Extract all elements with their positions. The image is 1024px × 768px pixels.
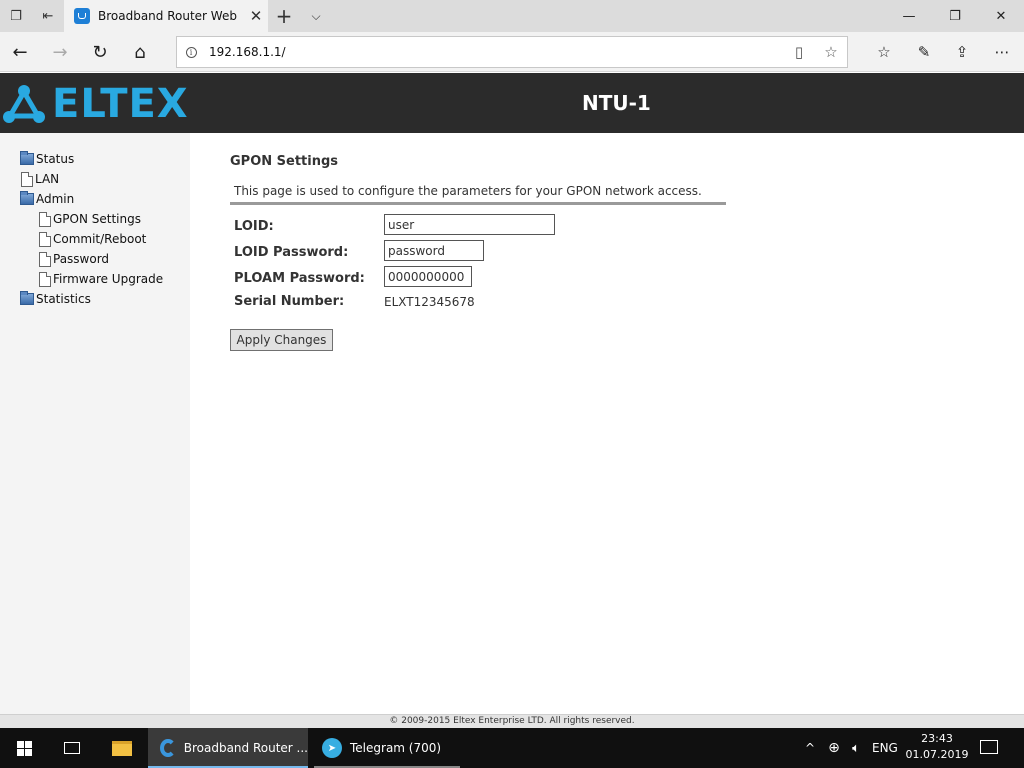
- nav-item-password[interactable]: Password: [39, 250, 109, 268]
- share-icon[interactable]: ⇪: [946, 36, 978, 68]
- loid-label: LOID:: [234, 219, 274, 234]
- folder-icon: [20, 191, 34, 205]
- volume-icon[interactable]: 🔈︎: [846, 728, 866, 768]
- start-button[interactable]: [0, 728, 48, 768]
- task-view-icon: [64, 742, 80, 754]
- nav-item-lan[interactable]: LAN: [21, 170, 59, 188]
- eltex-logo: ELTEX: [2, 81, 189, 127]
- eltex-logo-icon: [3, 85, 45, 123]
- refresh-icon[interactable]: ↻: [84, 36, 116, 68]
- router-favicon-icon: [74, 8, 90, 24]
- address-url[interactable]: 192.168.1.1/: [205, 45, 783, 59]
- main-content: GPON Settings This page is used to confi…: [190, 133, 1024, 714]
- loid-password-label: LOID Password:: [234, 245, 349, 260]
- apply-changes-button[interactable]: Apply Changes: [230, 329, 333, 351]
- set-aside-tabs-icon[interactable]: ⇤: [32, 0, 64, 32]
- browser-nav-bar: ← → ↻ ⌂ i 192.168.1.1/ ▯ ☆ ☆ ✎ ⇪ ⋯: [0, 32, 1024, 72]
- nav-item-admin[interactable]: Admin: [20, 190, 74, 208]
- new-tab-icon[interactable]: +: [268, 0, 300, 32]
- forward-arrow-icon[interactable]: →: [44, 36, 76, 68]
- telegram-icon: ➤: [322, 738, 342, 758]
- site-info-icon[interactable]: i: [177, 37, 205, 67]
- nav-item-statistics[interactable]: Statistics: [20, 290, 91, 308]
- document-icon: [39, 231, 51, 247]
- address-bar[interactable]: i 192.168.1.1/ ▯ ☆: [176, 36, 848, 68]
- nav-item-firmware-upgrade[interactable]: Firmware Upgrade: [39, 270, 163, 288]
- close-window-button[interactable]: ✕: [978, 0, 1024, 32]
- page-footer: © 2009-2015 Eltex Enterprise LTD. All ri…: [0, 714, 1024, 728]
- show-hidden-icons-chevron-icon[interactable]: ^: [802, 728, 818, 768]
- ploam-password-label: PLOAM Password:: [234, 271, 365, 286]
- document-icon: [21, 171, 33, 187]
- page-description: This page is used to configure the param…: [234, 184, 702, 198]
- reading-view-icon[interactable]: ▯: [783, 37, 815, 67]
- tab-title: Broadband Router Web: [98, 9, 237, 23]
- home-icon[interactable]: ⌂: [124, 36, 156, 68]
- windows-taskbar: Broadband Router ... ➤ Telegram (700) ^ …: [0, 728, 1024, 768]
- network-globe-icon[interactable]: ⊕: [824, 728, 844, 768]
- device-model: NTU-1: [582, 91, 651, 115]
- sidebar-nav-tree: Status LAN Admin GPON Settings Commit/Re…: [0, 133, 190, 714]
- pen-notes-icon[interactable]: ✎: [908, 36, 940, 68]
- nav-item-commit-reboot[interactable]: Commit/Reboot: [39, 230, 146, 248]
- brand-name: ELTEX: [52, 81, 189, 127]
- file-explorer-icon: [112, 740, 132, 756]
- action-center-icon[interactable]: [980, 740, 998, 754]
- clock-date: 01.07.2019: [905, 748, 969, 761]
- ploam-password-input[interactable]: [384, 266, 472, 287]
- favorites-list-icon[interactable]: ☆: [868, 36, 900, 68]
- favorite-star-icon[interactable]: ☆: [815, 37, 847, 67]
- clock-time: 23:43: [921, 732, 953, 745]
- serial-number-value: ELXT12345678: [384, 295, 475, 309]
- minimize-button[interactable]: —: [886, 0, 932, 32]
- taskbar-app-telegram[interactable]: ➤ Telegram (700): [310, 728, 464, 768]
- taskbar-app-edge[interactable]: Broadband Router ...: [148, 728, 308, 768]
- task-view-button[interactable]: [48, 728, 96, 768]
- document-icon: [39, 271, 51, 287]
- loid-password-input[interactable]: [384, 240, 484, 261]
- tab-manager-icon[interactable]: ❐: [0, 0, 32, 32]
- document-icon: [39, 251, 51, 267]
- tab-preview-chevron-icon[interactable]: ⌵: [300, 0, 332, 32]
- file-explorer-button[interactable]: [98, 728, 146, 768]
- browser-tab-bar: ❐ ⇤ Broadband Router Web ✕ + ⌵ — ❐ ✕: [0, 0, 1024, 32]
- router-page: ELTEX NTU-1 Status LAN Admin GPON Settin…: [0, 73, 1024, 728]
- system-clock[interactable]: 23:43 01.07.2019: [898, 731, 976, 763]
- browser-tab[interactable]: Broadband Router Web ✕: [64, 0, 268, 32]
- router-header: ELTEX NTU-1: [0, 73, 1024, 133]
- serial-number-label: Serial Number:: [234, 294, 345, 309]
- nav-item-gpon-settings[interactable]: GPON Settings: [39, 210, 141, 228]
- folder-icon: [20, 151, 34, 165]
- page-title: GPON Settings: [230, 154, 339, 169]
- more-options-icon[interactable]: ⋯: [986, 36, 1018, 68]
- back-arrow-icon[interactable]: ←: [4, 36, 36, 68]
- restore-button[interactable]: ❐: [932, 0, 978, 32]
- language-indicator[interactable]: ENG: [872, 728, 898, 768]
- edge-browser-icon: [160, 739, 176, 757]
- nav-item-status[interactable]: Status: [20, 150, 74, 168]
- folder-icon: [20, 291, 34, 305]
- loid-input[interactable]: [384, 214, 555, 235]
- tab-close-icon[interactable]: ✕: [244, 7, 268, 25]
- section-divider: [230, 202, 726, 205]
- document-icon: [39, 211, 51, 227]
- windows-logo-icon: [16, 740, 32, 756]
